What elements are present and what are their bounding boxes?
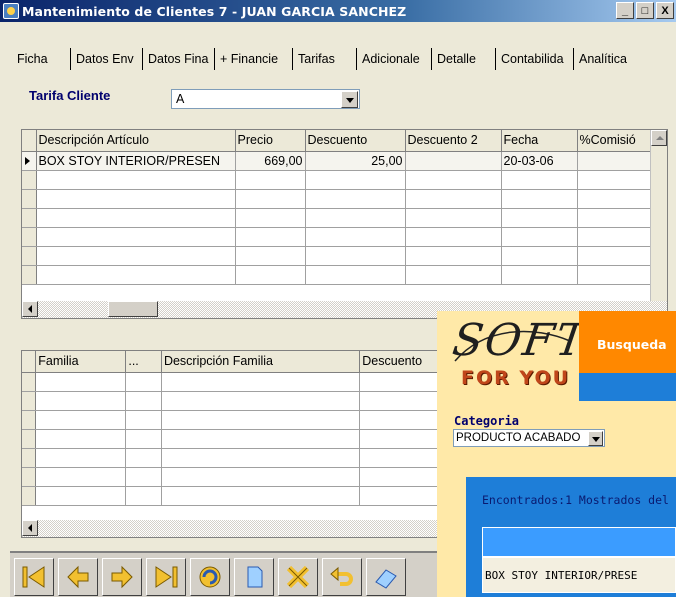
new-record-button[interactable] <box>234 558 274 596</box>
articles-grid-header: Descripción Artículo Precio Descuento De… <box>22 130 653 152</box>
table-row[interactable] <box>22 448 440 468</box>
undo-button[interactable] <box>322 558 362 596</box>
softforyou-blue-bar <box>579 373 676 401</box>
first-icon <box>22 566 45 588</box>
refresh-button[interactable] <box>190 558 230 596</box>
table-row[interactable] <box>22 265 653 285</box>
eraser-button[interactable] <box>366 558 406 596</box>
prev-icon <box>67 565 89 589</box>
table-row[interactable] <box>22 227 653 247</box>
app-icon <box>3 3 19 19</box>
table-row[interactable] <box>22 372 440 392</box>
table-row[interactable] <box>22 170 653 190</box>
tab-tarifas[interactable]: Tarifas <box>292 48 356 70</box>
tab-financiacion[interactable]: + Financie <box>214 48 292 70</box>
categoria-value: PRODUCTO ACABADO <box>456 432 581 444</box>
first-record-button[interactable] <box>14 558 54 596</box>
col-descuento[interactable]: Descuento <box>305 130 406 152</box>
tarifa-cliente-label: Tarifa Cliente <box>29 88 111 103</box>
scroll-thumb[interactable] <box>108 301 158 317</box>
family-grid[interactable]: Familia ... Descripción Familia Descuent… <box>21 350 441 538</box>
table-row[interactable]: BOX STOY INTERIOR/PRESEN 669,00 25,00 20… <box>22 151 653 171</box>
cell-precio[interactable]: 669,00 <box>235 151 306 171</box>
table-row[interactable] <box>22 429 440 449</box>
logo-soft-text: SOFT <box>449 315 591 366</box>
family-horizontal-scrollbar[interactable] <box>22 520 440 537</box>
table-row[interactable] <box>22 410 440 430</box>
tab-adicionales[interactable]: Adicionale <box>356 48 431 70</box>
maximize-button[interactable]: □ <box>636 2 654 19</box>
cell-descuento-2[interactable] <box>405 151 502 171</box>
cell-descuento[interactable]: 25,00 <box>305 151 406 171</box>
next-icon <box>111 565 133 589</box>
scroll-up-icon[interactable] <box>651 130 667 146</box>
last-record-button[interactable] <box>146 558 186 596</box>
close-button[interactable]: X <box>656 2 674 19</box>
result-row[interactable]: BOX STOY INTERIOR/PRESE <box>482 557 676 593</box>
tarifa-cliente-select[interactable]: A <box>171 89 360 109</box>
undo-icon <box>330 566 353 586</box>
scroll-left-icon[interactable] <box>22 520 38 536</box>
col-precio[interactable]: Precio <box>235 130 306 152</box>
tarifa-cliente-value: A <box>176 92 185 106</box>
col-familia[interactable]: Familia <box>35 351 127 373</box>
col-descripcion-familia[interactable]: Descripción Familia <box>161 351 361 373</box>
window-controls: _ □ X <box>616 2 674 19</box>
logo-foryou-text: FOR YOU <box>461 367 571 389</box>
col-descuento-familia[interactable]: Descuento <box>359 351 440 373</box>
next-record-button[interactable] <box>102 558 142 596</box>
table-row[interactable] <box>22 246 653 266</box>
delete-icon <box>286 565 310 589</box>
cell-comision[interactable] <box>577 151 653 171</box>
minimize-button[interactable]: _ <box>616 2 634 19</box>
results-header <box>482 527 676 557</box>
tab-datos-financieros[interactable]: Datos Fina <box>142 48 214 70</box>
tab-analitica[interactable]: Analítica <box>573 48 653 70</box>
softforyou-logo: SOFT FOR YOU <box>437 311 591 401</box>
window-title-bar[interactable]: Mantenimiento de Clientes 7 - JUAN GARCI… <box>0 0 676 22</box>
cell-fecha[interactable]: 20-03-06 <box>501 151 578 171</box>
table-row[interactable] <box>22 208 653 228</box>
busqueda-title: Busqueda <box>597 337 667 352</box>
categoria-select[interactable]: PRODUCTO ACABADO <box>453 429 605 447</box>
navigation-toolbar <box>10 551 440 597</box>
col-comision[interactable]: %Comisió <box>577 130 653 152</box>
delete-button[interactable] <box>278 558 318 596</box>
table-row[interactable] <box>22 467 440 487</box>
prev-record-button[interactable] <box>58 558 98 596</box>
table-row[interactable] <box>22 391 440 411</box>
categoria-label: Categoria <box>454 414 520 428</box>
row-pointer-icon <box>22 151 37 171</box>
document-icon <box>247 566 263 588</box>
col-ellipsis[interactable]: ... <box>125 351 162 373</box>
col-descripcion-articulo[interactable]: Descripción Artículo <box>36 130 236 152</box>
col-fecha[interactable]: Fecha <box>501 130 578 152</box>
results-panel: Encontrados:1 Mostrados del BOX STOY INT… <box>466 477 676 597</box>
row-indicator-header <box>22 351 37 373</box>
results-count-text: Encontrados:1 Mostrados del <box>482 493 669 507</box>
softforyou-search-panel: SOFT FOR YOU Busqueda Categoria PRODUCTO… <box>437 311 676 597</box>
window-title: Mantenimiento de Clientes 7 - JUAN GARCI… <box>22 3 407 19</box>
last-icon <box>155 566 178 588</box>
refresh-icon <box>199 566 221 588</box>
articles-vertical-scrollbar[interactable] <box>650 130 667 302</box>
tab-contabilidad[interactable]: Contabilida <box>495 48 573 70</box>
family-grid-header: Familia ... Descripción Familia Descuent… <box>22 351 440 373</box>
col-descuento-2[interactable]: Descuento 2 <box>405 130 502 152</box>
row-indicator-header <box>22 130 37 152</box>
tab-strip: Ficha Datos Env Datos Fina + Financie Ta… <box>0 22 676 78</box>
eraser-icon <box>375 569 397 589</box>
table-row[interactable] <box>22 486 440 506</box>
table-row[interactable] <box>22 189 653 209</box>
tab-detalle[interactable]: Detalle <box>431 48 495 70</box>
cell-descripcion[interactable]: BOX STOY INTERIOR/PRESEN <box>36 151 236 171</box>
tab-datos-envio[interactable]: Datos Env <box>70 48 142 70</box>
tab-ficha[interactable]: Ficha <box>12 48 70 70</box>
chevron-down-icon[interactable] <box>588 430 603 446</box>
articles-grid[interactable]: Descripción Artículo Precio Descuento De… <box>21 129 668 319</box>
scroll-left-icon[interactable] <box>22 301 38 317</box>
chevron-down-icon[interactable] <box>341 90 358 108</box>
